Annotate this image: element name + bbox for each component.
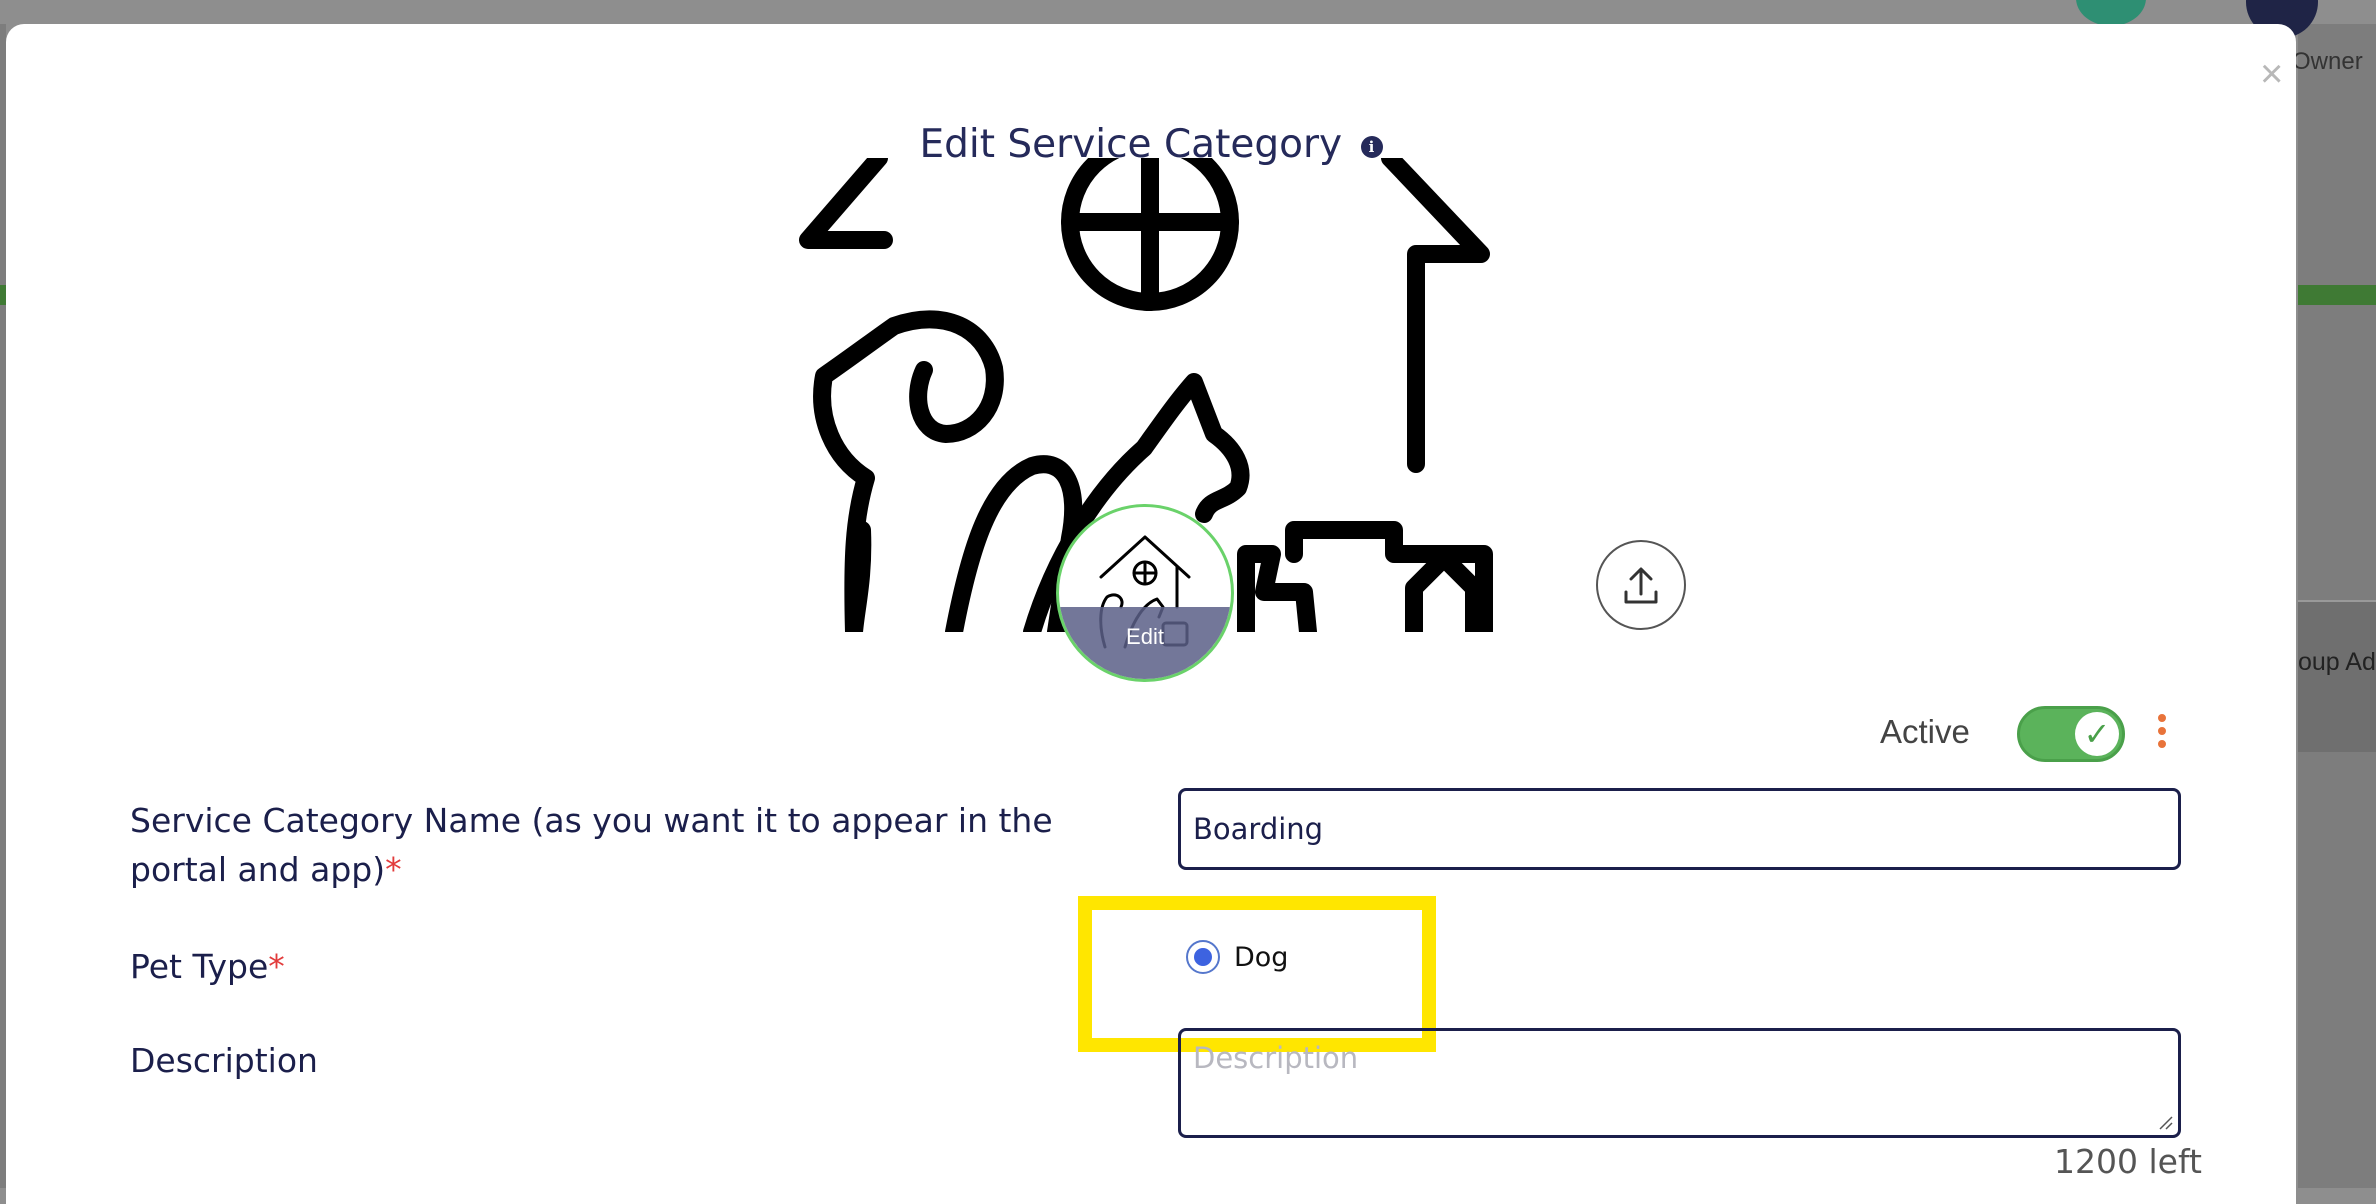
upload-image-button[interactable] [1596, 540, 1686, 630]
more-options-icon[interactable] [2154, 714, 2170, 756]
category-image-edit-button[interactable]: Edit [1056, 504, 1234, 682]
description-textarea[interactable]: Description [1178, 1028, 2181, 1138]
description-char-counter: 1200 left [2054, 1142, 2202, 1181]
description-label: Description [130, 1041, 318, 1080]
background-panel-text: oup Ad [2298, 648, 2376, 676]
close-button[interactable]: × [2260, 54, 2283, 94]
pet-type-dog-label[interactable]: Dog [1234, 942, 1288, 973]
check-icon: ✓ [2075, 712, 2119, 756]
service-category-name-input[interactable]: Boarding [1178, 788, 2181, 870]
info-icon[interactable]: i [1360, 135, 1383, 158]
active-label: Active [1880, 713, 1970, 750]
background-green-bar [2298, 285, 2376, 305]
upload-icon [1624, 567, 1658, 604]
image-edit-overlay: Edit [1059, 607, 1231, 679]
pet-type-label: Pet Type* [130, 942, 285, 991]
pet-type-dog-radio[interactable] [1186, 940, 1220, 974]
background-owner-label: Owner [2292, 48, 2363, 75]
image-edit-label: Edit [1126, 624, 1164, 649]
active-toggle[interactable]: ✓ [2017, 706, 2125, 762]
service-category-name-label: Service Category Name (as you want it to… [130, 796, 1130, 894]
service-category-name-label-text: Service Category Name (as you want it to… [130, 801, 1053, 889]
pet-type-radio-group: Dog [1186, 940, 1288, 974]
required-marker: * [268, 947, 285, 986]
description-placeholder: Description [1193, 1041, 1359, 1075]
required-marker: * [385, 850, 402, 889]
resize-grip-icon[interactable] [2158, 1115, 2174, 1131]
background-topbar [0, 0, 2376, 24]
pet-type-label-text: Pet Type [130, 947, 269, 986]
